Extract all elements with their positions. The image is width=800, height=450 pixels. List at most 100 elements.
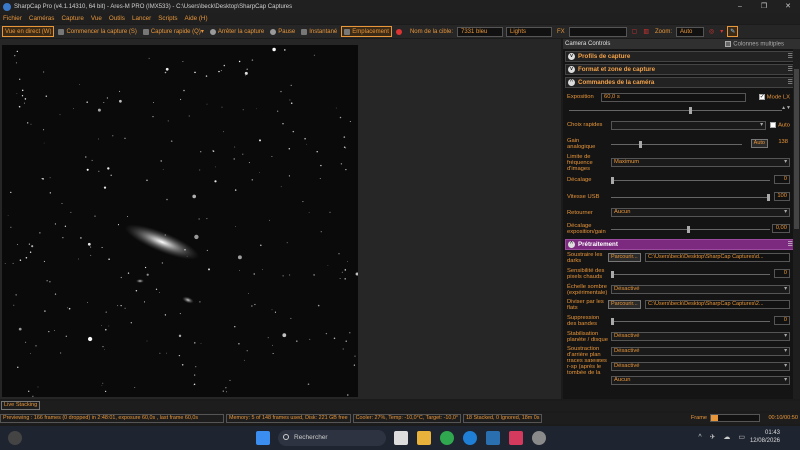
stop-capture-button[interactable]: Arrêter la capture [208,26,266,37]
maximize-button[interactable]: ❐ [752,0,776,13]
snapshot-button[interactable]: Instantané [299,26,339,37]
darkscale-row: Échelle sombre (expérimentale) Désactivé [563,282,800,297]
flip-select[interactable]: Aucun [611,208,790,217]
flip-icon[interactable]: ▾ [718,26,725,37]
offset-slider-thumb[interactable] [611,177,614,184]
start-capture-button[interactable]: Commencer la capture (S) [56,26,138,37]
last-row: Aucun [563,374,800,386]
spin-icon[interactable]: ▲▼ [781,105,791,111]
flats-browse-button[interactable]: Parcourir... [608,300,641,309]
minimize-button[interactable]: – [728,0,752,13]
menu-view[interactable]: Vue [91,15,102,22]
lx-mode-toggle[interactable]: Mode LX [758,93,790,100]
live-stacking-tab[interactable]: Live Stacking [1,401,41,410]
sharpcap-taskbar-icon[interactable] [532,431,546,445]
section-preprocessing[interactable]: ^ Prétraitement ☰ [565,239,798,250]
chevron-up-icon: ^ [568,79,575,86]
darkscale-select[interactable]: Désactivé [611,285,790,294]
widgets-icon[interactable] [8,431,22,445]
gain-auto-button[interactable]: Auto [750,139,768,148]
usb-value[interactable]: 100 [774,192,790,201]
framerate-select[interactable]: Maximum [611,158,790,167]
usb-slider[interactable] [611,194,770,201]
frame-type-select[interactable]: Lights [506,26,552,37]
panel-scrollbar-thumb[interactable] [794,69,799,229]
taskbar-search[interactable]: Rechercher [278,430,386,446]
section-profiles[interactable]: v Profils de capture ☰ [565,51,798,62]
banding-slider[interactable] [611,318,770,325]
gain-value[interactable]: 138 [778,139,788,145]
banding-slider-thumb[interactable] [611,318,614,325]
menu-cameras[interactable]: Caméras [29,15,55,22]
live-view-button[interactable]: Vue en direct (W) [2,26,55,37]
multi-columns-checkbox[interactable] [725,40,732,47]
gain-slider-thumb[interactable] [639,141,642,148]
star [43,129,45,131]
framing-button[interactable]: Emplacement [341,26,392,37]
exp-gain-offset-value[interactable]: 0,00 [772,224,790,233]
lx-mode-checkbox[interactable] [758,93,765,100]
exposure-auto-toggle[interactable]: Auto [770,121,790,128]
red-icon[interactable]: ▢ [630,26,640,37]
edge-icon[interactable] [463,431,477,445]
satellite-select[interactable]: Désactivé [611,362,790,371]
star [90,254,92,256]
taskbar-clock[interactable]: 01:43 12/08/2026 [750,429,780,445]
exp-gain-offset-slider[interactable] [611,226,770,233]
close-button[interactable]: ✕ [776,0,800,13]
section-camera[interactable]: ^ Commandes de la caméra ☰ [565,77,798,88]
hotpix-slider-thumb[interactable] [611,271,614,278]
task-view-icon[interactable] [394,431,408,445]
star [85,156,87,158]
system-tray[interactable]: ^ ✈ ☁ ▭ [698,433,748,441]
gain-slider[interactable] [611,141,742,148]
darkscale-label: Échelle sombre (expérimentale) [567,283,608,296]
menu-capture[interactable]: Capture [61,15,83,22]
exposure-slider[interactable] [569,107,782,114]
offset-slider[interactable] [611,177,770,184]
browser-icon[interactable] [440,431,454,445]
last-select[interactable]: Aucun [611,375,790,385]
stabilisation-select[interactable]: Désactivé [611,332,790,341]
paint-icon[interactable]: ✎ [727,26,739,37]
background-select[interactable]: Désactivé [611,347,790,356]
image-viewport[interactable] [0,39,561,399]
start-icon[interactable] [256,431,270,445]
pause-button[interactable]: Pause [268,26,297,37]
zoom-select[interactable]: Auto [676,26,705,37]
star [194,234,199,240]
store-icon[interactable] [486,431,500,445]
banding-value[interactable]: 0 [774,316,790,325]
flats-path-field[interactable]: C:\Users\beck\Desktop\SharpCap Captures\… [645,300,790,309]
usb-slider-thumb[interactable] [767,194,770,201]
exposure-slider-thumb[interactable] [689,107,692,114]
target-name-field[interactable]: 7331 bleu [457,26,503,37]
target-icon[interactable]: ◎ [707,26,716,37]
panel-scrollbar[interactable] [793,49,800,399]
app-icon[interactable] [509,431,523,445]
red-mark-icon[interactable]: ▥ [641,26,651,37]
quick-choice-select[interactable] [611,120,766,130]
star [234,326,236,328]
menu-file[interactable]: Fichier [3,15,22,22]
menu-tools[interactable]: Outils [109,15,125,22]
section-format[interactable]: v Format et zone de capture ☰ [565,64,798,75]
darks-browse-button[interactable]: Parcourir... [608,253,641,262]
menu-scripts[interactable]: Scripts [158,15,177,22]
offset-value[interactable]: 0 [774,175,790,184]
menu-run[interactable]: Lancer [132,15,151,22]
exp-gain-offset-thumb[interactable] [687,226,690,233]
hotpix-slider[interactable] [611,271,770,278]
live-image[interactable] [2,45,358,397]
darks-path-field[interactable]: C:\Users\beck\Desktop\SharpCap Captures\… [645,253,790,262]
file-explorer-icon[interactable] [417,431,431,445]
exposure-field[interactable]: 60,0 s [601,92,746,102]
star [17,366,19,368]
fx-select[interactable] [568,26,627,37]
exposure-auto-checkbox[interactable] [770,121,777,128]
multi-columns-toggle[interactable]: Colonnes multiples [725,40,800,47]
hotpix-value[interactable]: 0 [774,269,790,278]
record-button[interactable] [394,26,406,37]
menu-help[interactable]: Aide (H) [184,15,207,22]
quick-capture-button[interactable]: Capture rapide (Q) ▾ [141,26,206,37]
